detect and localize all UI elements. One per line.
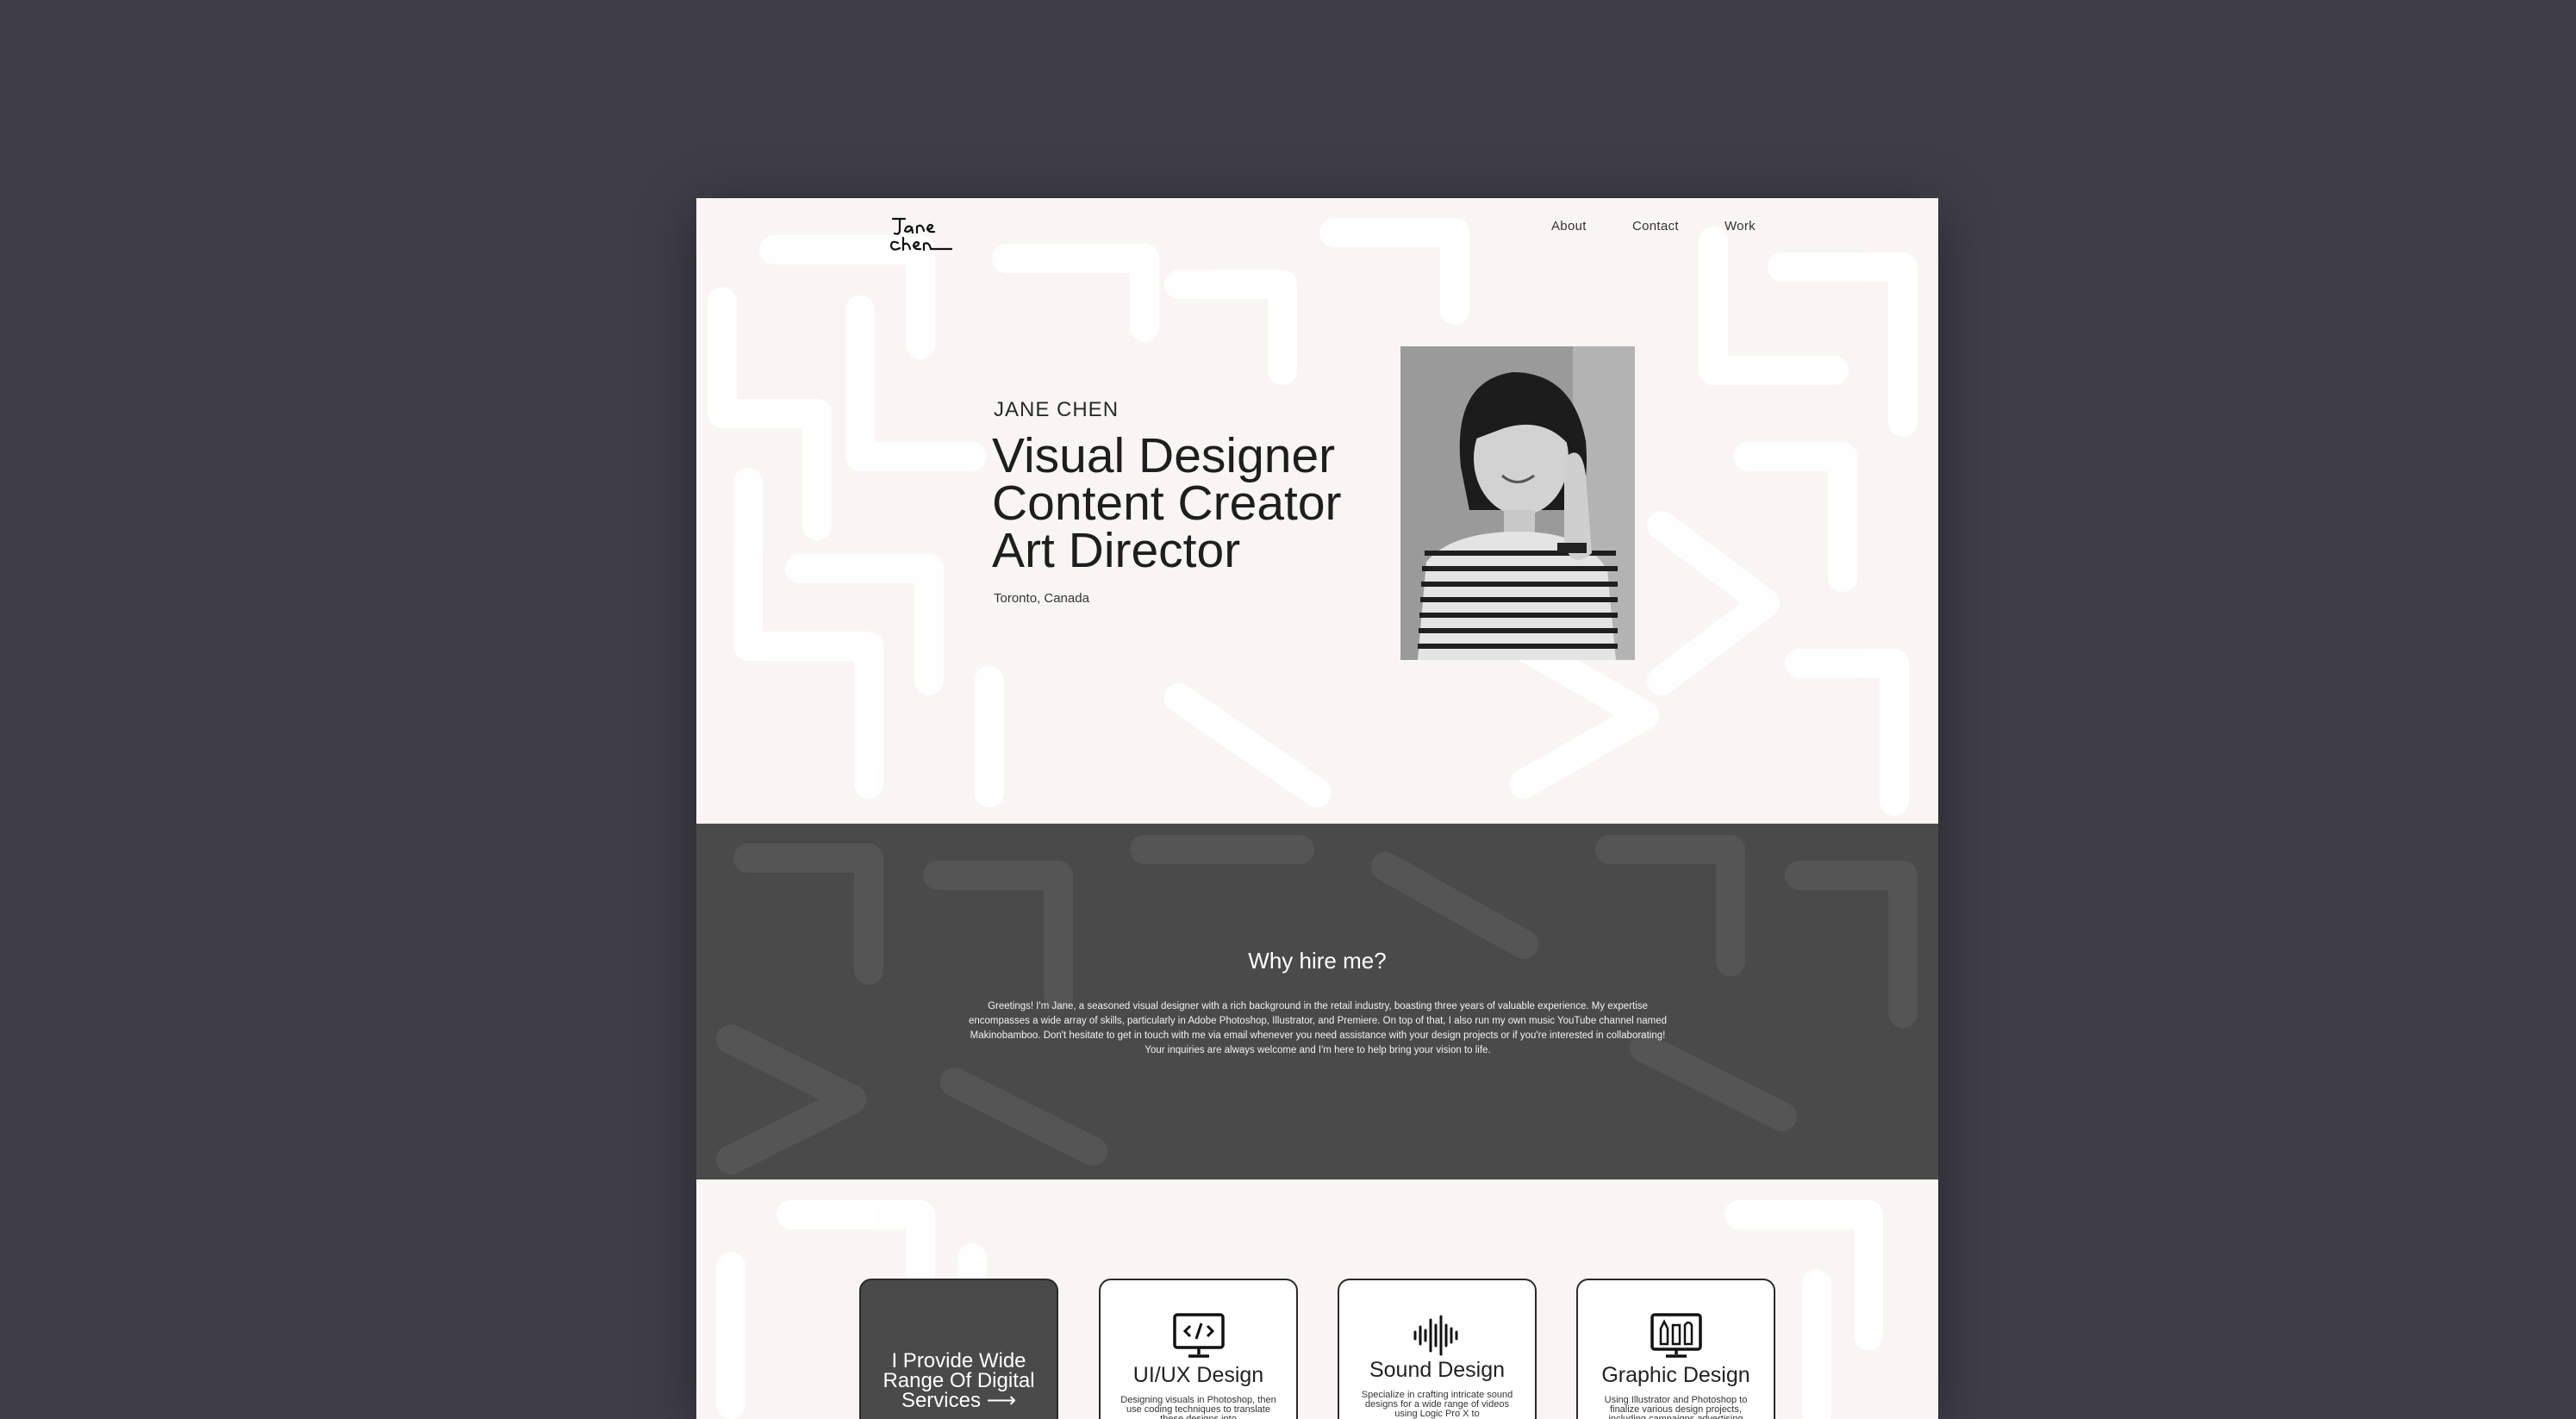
portrait-illustration [1400, 346, 1635, 660]
service-card-title: Graphic Design [1601, 1363, 1750, 1387]
why-hire-me-title: Why hire me? [1248, 948, 1387, 974]
nav-link-work[interactable]: Work [1725, 219, 1756, 233]
service-card-title: UI/UX Design [1132, 1363, 1264, 1387]
service-card-description: Specialize in crafting intricate sound d… [1361, 1390, 1513, 1419]
service-card-title: Sound Design [1369, 1358, 1506, 1382]
portrait-photo [1400, 346, 1635, 660]
service-card-sound[interactable]: Sound Design Specialize in crafting intr… [1338, 1279, 1537, 1419]
hero-title: Visual Designer Content Creator Art Dire… [992, 428, 1342, 578]
background-pattern [708, 218, 1918, 1419]
portfolio-page: About Contact Work JANE CHEN Visual Desi… [696, 198, 1938, 1419]
code-monitor-icon [1173, 1313, 1225, 1358]
services-lead-card[interactable]: I Provide Wide Range Of Digital Services… [859, 1279, 1058, 1419]
top-navigation: About Contact Work [696, 198, 1938, 258]
design-tools-icon [1650, 1313, 1702, 1358]
nav-link-contact[interactable]: Contact [1632, 219, 1679, 233]
service-card-ui-ux[interactable]: UI/UX Design Designing visuals in Photos… [1099, 1279, 1298, 1419]
sound-wave-icon [1413, 1315, 1458, 1356]
hero-location: Toronto, Canada [994, 591, 1089, 606]
services-lead-text: I Provide Wide Range Of Digital Services… [883, 1349, 1035, 1412]
jane-chen-logo[interactable] [888, 214, 955, 257]
nav-link-about[interactable]: About [1551, 219, 1587, 233]
hero-name: JANE CHEN [994, 398, 1120, 421]
hero-title-line: Art Director [992, 523, 1241, 578]
hero-title-line: Content Creator [992, 476, 1342, 531]
why-hire-me-body: Greetings! I'm Jane, a seasoned visual d… [968, 1000, 1668, 1055]
service-card-graphic[interactable]: Graphic Design Using Illustrator and Pho… [1576, 1279, 1775, 1419]
service-card-description: Using Illustrator and Photoshop to final… [1604, 1395, 1748, 1419]
service-card-description: Designing visuals in Photoshop, then use… [1120, 1395, 1276, 1419]
hero-title-line: Visual Designer [992, 428, 1336, 483]
